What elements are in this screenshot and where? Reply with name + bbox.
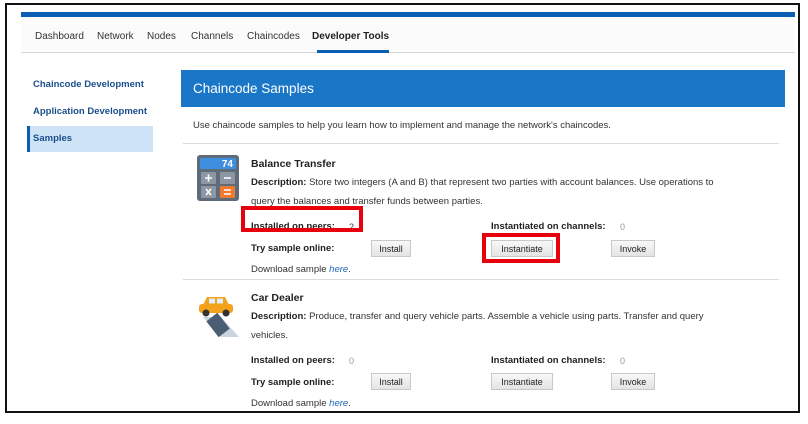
download-suffix: . xyxy=(348,264,351,275)
active-tab-indicator xyxy=(317,50,389,53)
description-label: Description: xyxy=(251,177,307,188)
calculator-icon: 74 xyxy=(197,155,239,201)
calculator-display: 74 xyxy=(222,159,234,170)
description-text: Produce, transfer and query vehicle part… xyxy=(251,311,704,341)
download-suffix: . xyxy=(348,398,351,409)
sample-card-car-dealer: Car Dealer Description: Produce, transfe… xyxy=(193,289,783,411)
divider xyxy=(183,279,779,280)
install-button[interactable]: Install xyxy=(371,373,411,390)
tab-developer-tools[interactable]: Developer Tools xyxy=(312,31,389,42)
invoke-button[interactable]: Invoke xyxy=(611,240,655,257)
instantiate-button[interactable]: Instantiate xyxy=(491,373,553,390)
top-nav: Dashboard Network Nodes Channels Chainco… xyxy=(21,17,795,53)
try-sample-label: Try sample online: xyxy=(251,243,335,254)
description-text: Store two integers (A and B) that repres… xyxy=(251,177,714,207)
download-link[interactable]: here xyxy=(329,264,348,275)
tab-network[interactable]: Network xyxy=(97,31,134,42)
sidebar-item-chaincode-development[interactable]: Chaincode Development xyxy=(27,72,153,98)
instantiated-on-channels-label: Instantiated on channels: xyxy=(491,221,606,232)
panel-title: Chaincode Samples xyxy=(181,70,785,107)
car-icon xyxy=(197,291,239,338)
download-link[interactable]: here xyxy=(329,398,348,409)
instantiated-on-channels-value: 0 xyxy=(620,356,626,366)
tab-nodes[interactable]: Nodes xyxy=(147,31,176,42)
sidebar-item-application-development[interactable]: Application Development xyxy=(27,99,153,125)
download-prefix: Download sample xyxy=(251,398,327,409)
description-label: Description: xyxy=(251,311,307,322)
download-sample: Download sample here. xyxy=(251,264,351,275)
invoke-button[interactable]: Invoke xyxy=(611,373,655,390)
sample-description: Description: Produce, transfer and query… xyxy=(251,307,731,345)
install-button[interactable]: Install xyxy=(371,240,411,257)
tab-chaincodes[interactable]: Chaincodes xyxy=(247,31,300,42)
tab-channels[interactable]: Channels xyxy=(191,31,233,42)
sample-title: Car Dealer xyxy=(251,292,304,304)
divider xyxy=(183,412,779,413)
installed-on-peers-value: 0 xyxy=(349,356,355,366)
download-sample: Download sample here. xyxy=(251,398,351,409)
instantiated-on-channels-value: 0 xyxy=(620,222,626,232)
highlight-installed-on-peers xyxy=(241,206,363,232)
highlight-instantiate-button xyxy=(482,233,560,263)
app: Dashboard Network Nodes Channels Chainco… xyxy=(21,12,795,413)
installed-on-peers-label: Installed on peers: xyxy=(251,355,335,366)
screenshot-frame: Dashboard Network Nodes Channels Chainco… xyxy=(5,3,800,413)
tab-dashboard[interactable]: Dashboard xyxy=(35,31,84,42)
download-prefix: Download sample xyxy=(251,264,327,275)
instantiated-on-channels-label: Instantiated on channels: xyxy=(491,355,606,366)
sample-title: Balance Transfer xyxy=(251,158,336,170)
panel-intro: Use chaincode samples to help you learn … xyxy=(193,120,611,131)
try-sample-label: Try sample online: xyxy=(251,377,335,388)
sidebar-item-samples[interactable]: Samples xyxy=(27,126,153,152)
divider xyxy=(183,143,779,144)
